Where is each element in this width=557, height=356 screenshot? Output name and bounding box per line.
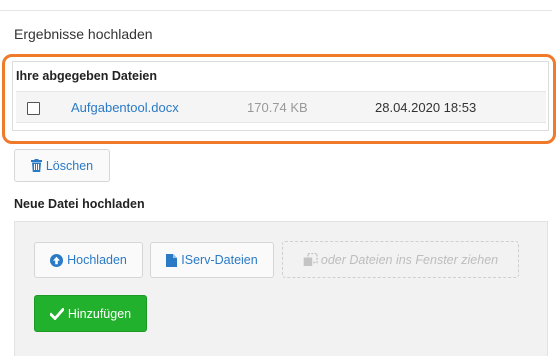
file-date: 28.04.2020 18:53 bbox=[375, 100, 477, 115]
delete-button[interactable]: Löschen bbox=[14, 149, 110, 182]
iserv-files-button-label: IServ-Dateien bbox=[181, 253, 258, 267]
copy-icon bbox=[303, 252, 318, 267]
trash-icon bbox=[30, 159, 42, 172]
file-icon bbox=[166, 253, 178, 267]
file-select-checkbox[interactable] bbox=[27, 102, 40, 115]
section-title: Ergebnisse hochladen bbox=[14, 26, 153, 42]
divider bbox=[0, 10, 552, 11]
checkmark-icon bbox=[49, 307, 64, 320]
drop-zone-label: oder Dateien ins Fenster ziehen bbox=[320, 252, 499, 267]
upload-button[interactable]: Hochladen bbox=[34, 242, 143, 278]
drop-zone[interactable]: oder Dateien ins Fenster ziehen bbox=[282, 241, 519, 278]
submitted-files-heading: Ihre abgegeben Dateien bbox=[16, 69, 158, 83]
submitted-files-panel: Ihre abgegeben Dateien Aufgabentool.docx… bbox=[12, 61, 549, 131]
add-button-label: Hinzufügen bbox=[67, 306, 132, 321]
new-upload-title: Neue Datei hochladen bbox=[14, 197, 145, 211]
file-size: 170.74 KB bbox=[247, 100, 308, 115]
file-name-link[interactable]: Aufgabentool.docx bbox=[71, 100, 179, 115]
delete-button-label: Löschen bbox=[45, 158, 94, 173]
upload-results-page: Ergebnisse hochladen Ihre abgegeben Date… bbox=[0, 0, 557, 356]
upload-button-label: Hochladen bbox=[67, 253, 127, 267]
iserv-files-button[interactable]: IServ-Dateien bbox=[150, 242, 274, 278]
add-button[interactable]: Hinzufügen bbox=[34, 295, 147, 332]
file-row: Aufgabentool.docx 170.74 KB 28.04.2020 1… bbox=[16, 91, 546, 123]
arrow-up-circle-icon bbox=[50, 253, 64, 267]
